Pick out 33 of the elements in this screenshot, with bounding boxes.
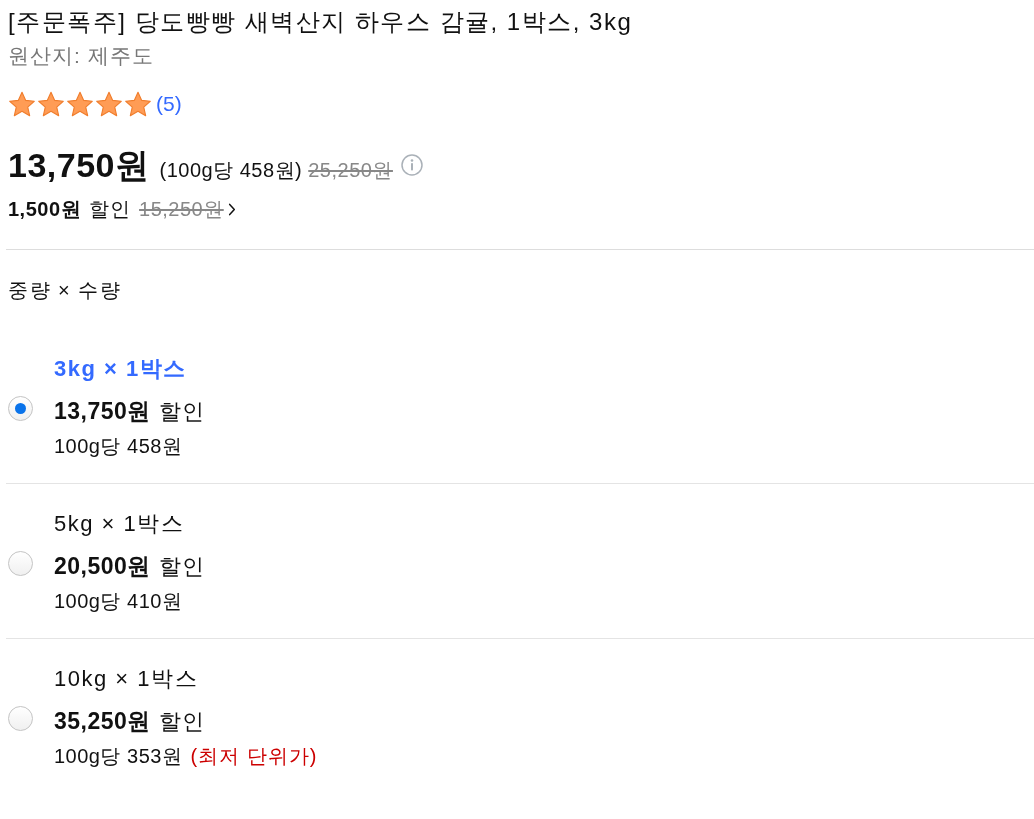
star-icon — [95, 90, 123, 118]
discount-amount: 1,500원 — [8, 197, 82, 222]
option-unit-price: 100g당 353원 — [54, 744, 183, 769]
coupon-base-price: 15,250원 — [139, 197, 224, 222]
option-unit-price: 100g당 410원 — [54, 589, 183, 614]
product-title: [주문폭주] 당도빵빵 새벽산지 하우스 감귤, 1박스, 3kg — [8, 7, 633, 37]
review-count-link[interactable]: (5) — [156, 90, 182, 118]
original-price: 25,250원 — [308, 158, 393, 183]
star-icon — [66, 90, 94, 118]
discount-label: 할인 — [158, 553, 205, 581]
option-price: 35,250원 — [54, 707, 151, 736]
radio-button[interactable] — [8, 395, 33, 421]
info-icon[interactable] — [400, 154, 423, 176]
option-heading: 중량 × 수량 — [8, 278, 122, 303]
sale-price: 13,750원 — [8, 145, 150, 186]
star-icon — [8, 90, 36, 118]
discount-label: 할인 — [158, 708, 205, 736]
star-icon — [124, 90, 152, 118]
star-icon — [37, 90, 65, 118]
option-unit-price: 100g당 458원 — [54, 434, 183, 459]
option-price: 20,500원 — [54, 552, 151, 581]
chevron-right-icon[interactable] — [227, 202, 236, 216]
radio-button[interactable] — [8, 705, 33, 731]
option-price: 13,750원 — [54, 397, 151, 426]
option-label: 10kg × 1박스 — [54, 665, 198, 693]
origin-text: 원산지: 제주도 — [8, 43, 154, 69]
unit-price: (100g당 458원) — [159, 158, 303, 183]
radio-button[interactable] — [8, 550, 33, 576]
option-label: 3kg × 1박스 — [54, 355, 187, 383]
discount-label: 할인 — [89, 197, 132, 222]
discount-label: 할인 — [158, 398, 205, 426]
lowest-unit-price-note: (최저 단위가) — [190, 744, 318, 769]
option-label: 5kg × 1박스 — [54, 510, 185, 538]
